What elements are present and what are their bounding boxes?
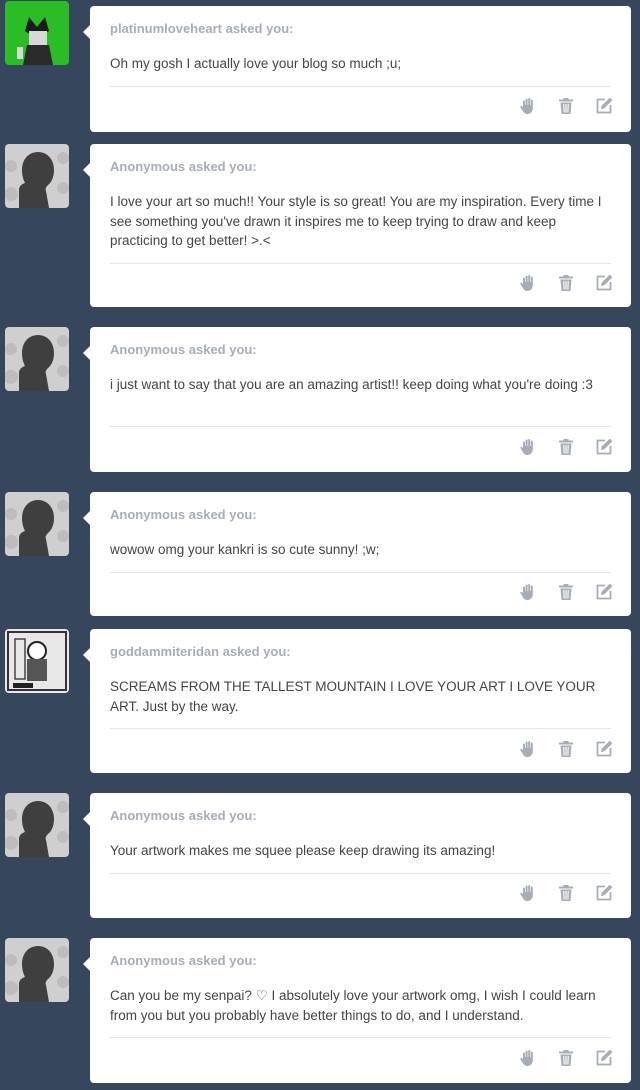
divider <box>110 85 611 87</box>
answer-button[interactable] <box>591 273 617 298</box>
edit-icon <box>594 437 614 462</box>
ask-card: Anonymous asked you: wowow omg your kankr… <box>83 492 631 616</box>
asker-name[interactable]: Anonymous <box>110 159 185 174</box>
post-actions <box>515 1049 617 1071</box>
trash-icon <box>556 739 576 764</box>
asker-name[interactable]: Anonymous <box>110 342 185 357</box>
anonymous-silhouette-avatar[interactable] <box>5 492 69 556</box>
delete-button[interactable] <box>553 275 579 297</box>
trash-icon <box>556 582 576 607</box>
anonymous-silhouette-avatar[interactable] <box>5 144 69 208</box>
post-actions <box>515 740 617 762</box>
anonymous-silhouette-avatar[interactable] <box>5 793 69 857</box>
divider <box>110 426 611 427</box>
question-text: I love your art so much!! Your style is … <box>110 194 602 248</box>
delete-button[interactable] <box>553 740 579 762</box>
edit-icon <box>594 739 614 764</box>
edit-icon <box>594 582 614 607</box>
answer-button[interactable] <box>591 438 617 460</box>
trash-icon <box>556 437 576 462</box>
hand-block-icon <box>518 437 538 462</box>
asked-suffix: asked you: <box>188 507 257 522</box>
post-actions <box>515 273 617 298</box>
question-text: Oh my gosh I actually love your blog so … <box>110 56 402 71</box>
post-actions <box>515 582 617 607</box>
asked-suffix: asked you: <box>188 808 257 823</box>
asked-suffix: asked you: <box>188 953 257 968</box>
anonymous-silhouette-avatar[interactable] <box>5 327 69 391</box>
trash-icon <box>556 273 576 298</box>
delete-button[interactable] <box>553 885 579 907</box>
asker-line: platinumloveheart asked you: <box>110 21 294 36</box>
asked-suffix: asked you: <box>222 644 291 659</box>
divider <box>110 571 611 573</box>
ask-card: Anonymous asked you: Your artwork makes m… <box>83 793 631 918</box>
asker-line: Anonymous asked you: <box>110 342 257 357</box>
anonymous-silhouette-avatar[interactable] <box>5 938 69 1002</box>
asker-name[interactable]: Anonymous <box>110 808 185 823</box>
green-character-avatar[interactable] <box>5 1 69 65</box>
block-button[interactable] <box>515 275 541 297</box>
asker-line: Anonymous asked you: <box>110 808 257 823</box>
post-actions <box>515 438 617 460</box>
answer-button[interactable] <box>591 740 617 762</box>
asker-line: Anonymous asked you: <box>110 159 257 174</box>
delete-button[interactable] <box>553 584 579 606</box>
delete-button[interactable] <box>553 98 579 120</box>
hand-block-icon <box>518 883 538 908</box>
question-text: i just want to say that you are an amazi… <box>110 377 593 392</box>
delete-button[interactable] <box>553 438 579 460</box>
question-text: Your artwork makes me squee please keep … <box>110 843 496 858</box>
block-button[interactable] <box>515 98 541 120</box>
answer-button[interactable] <box>591 96 617 121</box>
answer-button[interactable] <box>591 582 617 607</box>
block-button[interactable] <box>515 584 541 606</box>
question-text: wowow omg your kankri is so cute sunny! … <box>110 542 380 557</box>
divider <box>110 728 611 729</box>
asker-name[interactable]: platinumloveheart <box>110 21 222 36</box>
hand-block-icon <box>518 739 538 764</box>
asker-name[interactable]: goddammiteridan <box>110 644 219 659</box>
asker-line: goddammiteridan asked you: <box>110 644 291 659</box>
ask-card: Anonymous asked you: i just want to say t… <box>83 327 631 472</box>
edit-icon <box>594 1048 614 1073</box>
trash-icon <box>556 883 576 908</box>
divider <box>110 262 611 264</box>
edit-icon <box>594 883 614 908</box>
ask-card: Anonymous asked you: Can you be my senpai… <box>83 938 631 1083</box>
edit-icon <box>594 273 614 298</box>
answer-button[interactable] <box>591 883 617 908</box>
asker-name[interactable]: Anonymous <box>110 507 185 522</box>
post-actions <box>515 96 617 121</box>
asked-suffix: asked you: <box>225 21 294 36</box>
asked-suffix: asked you: <box>188 342 257 357</box>
answer-button[interactable] <box>591 1049 617 1071</box>
block-button[interactable] <box>515 885 541 907</box>
post-actions <box>515 883 617 908</box>
ask-card: platinumloveheart asked you: Oh my gosh I… <box>83 6 631 132</box>
divider <box>110 872 611 874</box>
block-button[interactable] <box>515 438 541 460</box>
hand-block-icon <box>518 582 538 607</box>
block-button[interactable] <box>515 1049 541 1071</box>
asked-suffix: asked you: <box>188 159 257 174</box>
trash-icon <box>556 1048 576 1073</box>
hand-block-icon <box>518 273 538 298</box>
hand-block-icon <box>518 1048 538 1073</box>
asker-name[interactable]: Anonymous <box>110 953 185 968</box>
question-text: Can you be my senpai? ♡ I absolutely lov… <box>110 988 596 1023</box>
trash-icon <box>556 96 576 121</box>
block-button[interactable] <box>515 740 541 762</box>
sketch-character-avatar[interactable] <box>5 629 69 693</box>
delete-button[interactable] <box>553 1049 579 1071</box>
asker-line: Anonymous asked you: <box>110 507 257 522</box>
question-text: SCREAMS FROM THE TALLEST MOUNTAIN I LOVE… <box>110 679 596 714</box>
hand-block-icon <box>518 96 538 121</box>
ask-card: goddammiteridan asked you: SCREAMS FROM T… <box>83 629 631 773</box>
ask-card: Anonymous asked you: I love your art so m… <box>83 144 631 307</box>
asker-line: Anonymous asked you: <box>110 953 257 968</box>
divider <box>110 1037 611 1038</box>
edit-icon <box>594 96 614 121</box>
